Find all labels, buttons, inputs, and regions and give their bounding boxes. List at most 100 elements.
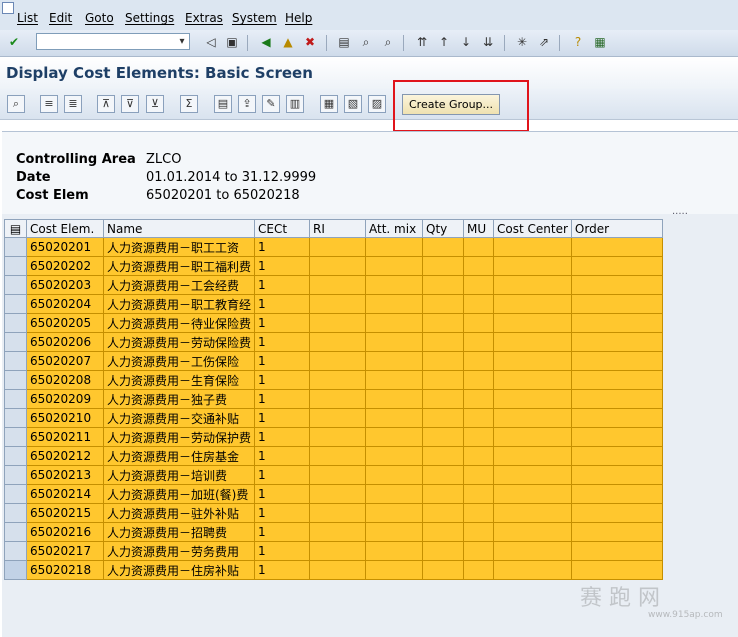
cell-cost-elem[interactable]: 65020201 [26,237,104,257]
column-header-cost-elem[interactable]: Cost Elem. [26,219,104,238]
select-layout-icon[interactable]: ▧ [344,95,362,113]
cell-cost-elem[interactable]: 65020207 [26,351,104,371]
row-selector[interactable] [4,408,27,428]
cell-mu[interactable] [463,465,495,485]
cell-cost-elem[interactable]: 65020214 [26,484,104,504]
previous-page-icon[interactable]: ↑ [436,34,452,50]
cell-cost-center[interactable] [493,294,572,314]
cell-order[interactable] [570,522,663,542]
cell-cect[interactable]: 1 [254,446,311,466]
table-row[interactable]: 65020212 人力资源费用－住房基金 1 [4,446,663,466]
cell-order[interactable] [570,351,663,371]
cell-order[interactable] [570,484,663,504]
cell-qty[interactable] [422,351,465,371]
cell-mu[interactable] [463,351,495,371]
row-selector[interactable] [4,351,27,371]
cell-name[interactable]: 人力资源费用－生育保险 [102,370,256,390]
enter-icon[interactable]: ✔ [6,34,22,50]
cell-order[interactable] [570,427,663,447]
save-icon[interactable]: ▣ [224,34,240,50]
table-row[interactable]: 65020216 人力资源费用－招聘费 1 [4,522,663,542]
cell-qty[interactable] [422,275,465,295]
cell-name[interactable]: 人力资源费用－工伤保险 [102,351,256,371]
cell-ri[interactable] [309,427,367,447]
cell-cost-center[interactable] [493,522,572,542]
cell-name[interactable]: 人力资源费用－加班(餐)费 [102,484,256,504]
table-row[interactable]: 65020207 人力资源费用－工伤保险 1 [4,351,663,371]
cell-cost-elem[interactable]: 65020204 [26,294,104,314]
menu-goto[interactable]: Goto [85,11,114,25]
cell-cect[interactable]: 1 [254,351,311,371]
cell-order[interactable] [570,275,663,295]
table-row[interactable]: 65020203 人力资源费用－工会经费 1 [4,275,663,295]
cell-ri[interactable] [309,503,367,523]
cancel-icon[interactable]: ✖ [302,34,318,50]
table-row[interactable]: 65020205 人力资源费用－待业保险费 1 [4,313,663,333]
cell-qty[interactable] [422,541,465,561]
cell-name[interactable]: 人力资源费用－交通补贴 [102,408,256,428]
cell-mu[interactable] [463,370,495,390]
cell-cost-center[interactable] [493,541,572,561]
exit-icon[interactable]: ▲ [280,34,296,50]
cell-mu[interactable] [463,313,495,333]
save-list-icon[interactable]: ≣ [64,95,82,113]
row-selector[interactable] [4,560,27,580]
cell-ri[interactable] [309,332,367,352]
cell-order[interactable] [570,332,663,352]
cell-cost-elem[interactable]: 65020205 [26,313,104,333]
row-selector[interactable] [4,294,27,314]
cell-cect[interactable]: 1 [254,389,311,409]
total-icon[interactable]: Σ [180,95,198,113]
row-selector[interactable] [4,427,27,447]
cell-qty[interactable] [422,237,465,257]
cell-cost-elem[interactable]: 65020215 [26,503,104,523]
cell-cost-center[interactable] [493,256,572,276]
cell-cost-elem[interactable]: 65020218 [26,560,104,580]
row-selector[interactable] [4,370,27,390]
shortcut-icon[interactable]: ⇗ [536,34,552,50]
cell-att-mix[interactable] [365,541,424,561]
menu-list[interactable]: List [17,11,38,25]
cell-att-mix[interactable] [365,313,424,333]
cell-qty[interactable] [422,389,465,409]
first-page-icon[interactable]: ⇈ [414,34,430,50]
save-layout-icon[interactable]: ▨ [368,95,386,113]
command-history-icon[interactable]: ▾ [176,35,188,48]
cell-att-mix[interactable] [365,370,424,390]
column-header-ri[interactable]: RI [309,219,367,238]
cell-ri[interactable] [309,446,367,466]
column-header-order[interactable]: Order [570,219,663,238]
cell-order[interactable] [570,237,663,257]
cell-mu[interactable] [463,484,495,504]
cell-qty[interactable] [422,503,465,523]
cell-mu[interactable] [463,275,495,295]
cell-order[interactable] [570,256,663,276]
cell-ri[interactable] [309,237,367,257]
print-preview-icon[interactable]: ▤ [214,95,232,113]
cell-order[interactable] [570,294,663,314]
menu-edit[interactable]: Edit [49,11,72,25]
local-file-icon[interactable]: ▥ [286,95,304,113]
cell-cost-center[interactable] [493,351,572,371]
cell-ri[interactable] [309,541,367,561]
cell-cost-center[interactable] [493,332,572,352]
cell-ri[interactable] [309,484,367,504]
cell-qty[interactable] [422,256,465,276]
cell-cect[interactable]: 1 [254,256,311,276]
cell-att-mix[interactable] [365,446,424,466]
cell-ri[interactable] [309,465,367,485]
cell-ri[interactable] [309,522,367,542]
cell-qty[interactable] [422,427,465,447]
cell-order[interactable] [570,560,663,580]
cell-ri[interactable] [309,275,367,295]
menu-extras[interactable]: Extras [185,11,223,25]
cell-cost-elem[interactable]: 65020208 [26,370,104,390]
row-selector[interactable] [4,313,27,333]
cell-cost-elem[interactable]: 65020212 [26,446,104,466]
cell-name[interactable]: 人力资源费用－职工教育经 [102,294,256,314]
cell-att-mix[interactable] [365,465,424,485]
row-selector[interactable] [4,389,27,409]
cell-mu[interactable] [463,541,495,561]
cell-cost-center[interactable] [493,275,572,295]
cell-cost-elem[interactable]: 65020216 [26,522,104,542]
